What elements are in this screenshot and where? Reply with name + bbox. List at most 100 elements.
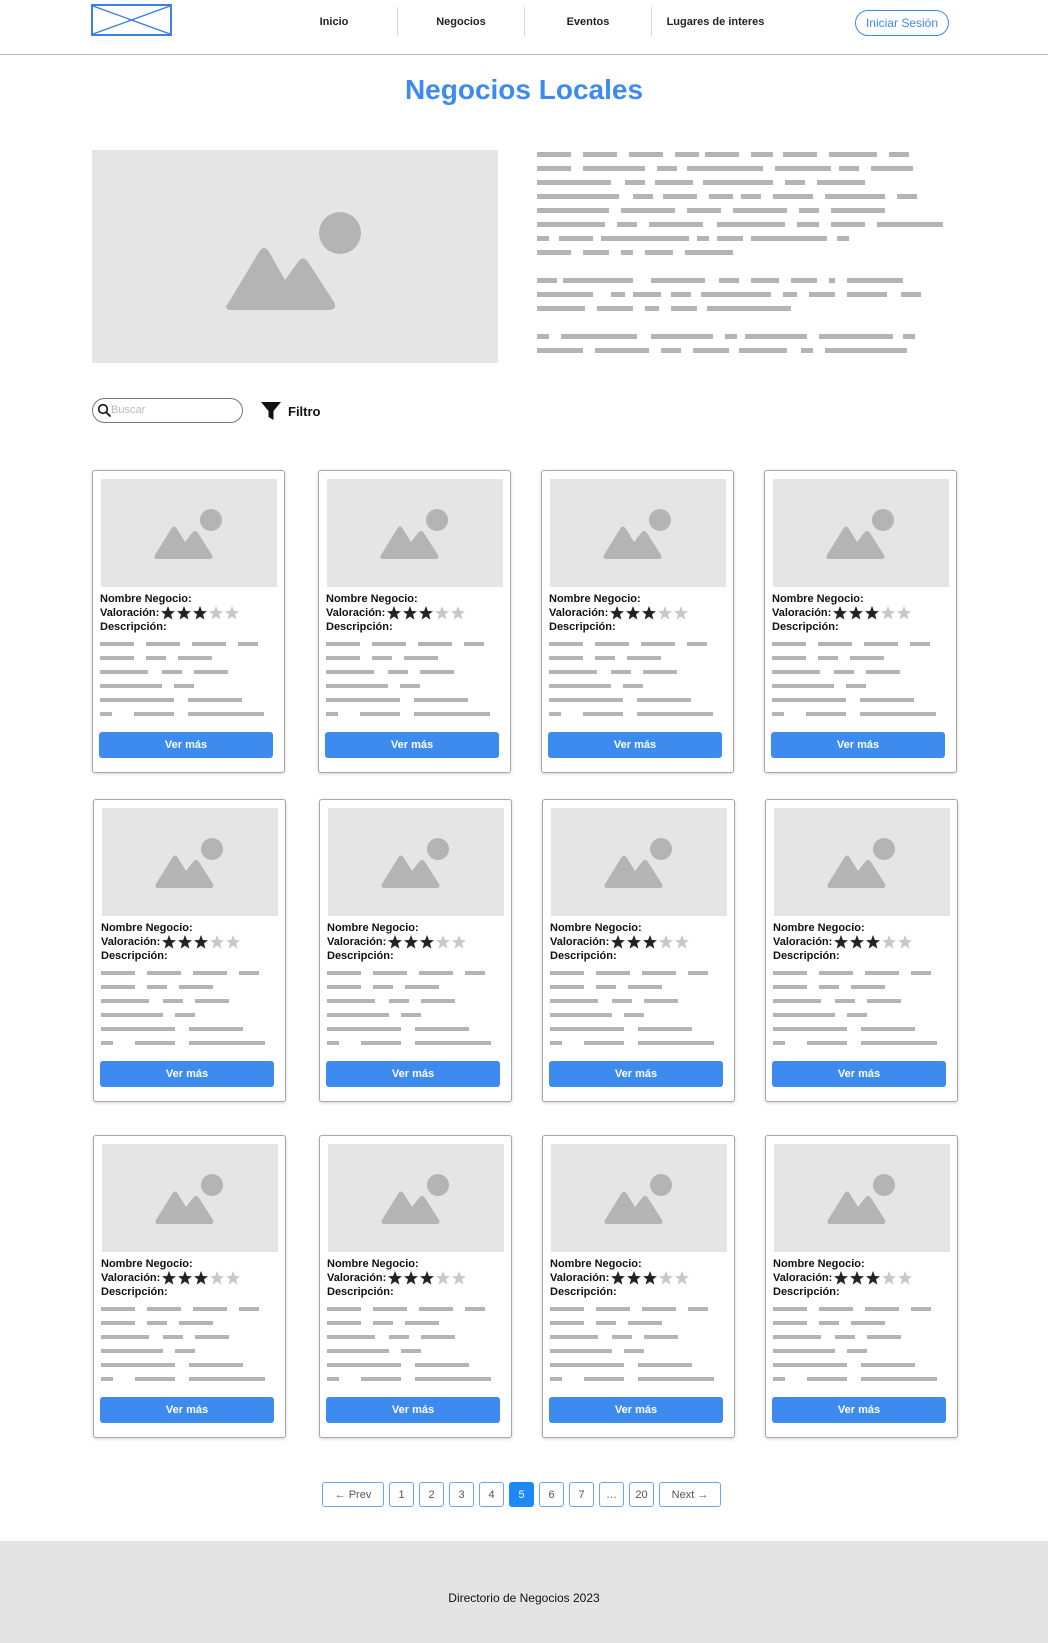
placeholder-text-line	[100, 712, 112, 716]
card-rating: Valoración:	[550, 934, 690, 950]
card-rating: Valoración:	[327, 934, 467, 950]
placeholder-text-line	[163, 999, 183, 1003]
card-image-placeholder	[551, 1144, 727, 1252]
logo-placeholder[interactable]	[91, 4, 172, 36]
placeholder-text-line	[773, 1013, 835, 1017]
card-rating-label: Valoración:	[772, 607, 832, 619]
placeholder-text-line	[642, 1307, 676, 1311]
ver-mas-button[interactable]: Ver más	[326, 1397, 500, 1423]
placeholder-text-line	[703, 180, 773, 185]
nav-item-eventos[interactable]: Eventos	[525, 7, 652, 36]
card-description-placeholder	[101, 1307, 277, 1387]
ver-mas-button[interactable]: Ver más	[772, 1397, 946, 1423]
ver-mas-button[interactable]: Ver más	[549, 1397, 723, 1423]
card-description-label: Descripción:	[773, 950, 840, 962]
page-title: Negocios Locales	[404, 74, 644, 105]
pagination-page-1[interactable]: 1	[389, 1482, 414, 1507]
footer-text: Directorio de Negocios 2023	[448, 1591, 600, 1605]
placeholder-text-line	[617, 222, 637, 227]
placeholder-text-line	[563, 278, 633, 283]
placeholder-text-line	[327, 1335, 375, 1339]
star-icon	[388, 1271, 403, 1285]
ver-mas-button[interactable]: Ver más	[771, 732, 945, 758]
placeholder-text-line	[389, 1335, 409, 1339]
ver-mas-button[interactable]: Ver más	[548, 732, 722, 758]
filter-button[interactable]: Filtro	[260, 399, 321, 423]
placeholder-text-line	[372, 656, 392, 660]
placeholder-text-line	[851, 1321, 885, 1325]
placeholder-text-line	[239, 971, 259, 975]
pagination-next-button[interactable]: Next →	[659, 1482, 721, 1507]
ver-mas-button[interactable]: Ver más	[100, 1061, 274, 1087]
pagination-page-6[interactable]: 6	[539, 1482, 564, 1507]
search-input[interactable]	[111, 402, 231, 418]
placeholder-text-line	[799, 208, 819, 213]
card-rating-label: Valoración:	[326, 607, 386, 619]
nav-item-lugares[interactable]: Lugares de interes	[652, 7, 779, 36]
placeholder-text-line	[834, 670, 854, 674]
ver-mas-button[interactable]: Ver más	[326, 1061, 500, 1087]
pagination-page-2[interactable]: 2	[419, 1482, 444, 1507]
placeholder-text-line	[628, 1321, 662, 1325]
placeholder-text-line	[561, 334, 637, 339]
pagination-page-3[interactable]: 3	[449, 1482, 474, 1507]
placeholder-text-line	[404, 656, 438, 660]
ver-mas-button[interactable]: Ver más	[100, 1397, 274, 1423]
placeholder-text-line	[414, 712, 490, 716]
ver-mas-button[interactable]: Ver más	[99, 732, 273, 758]
card-description-label: Descripción:	[327, 1286, 394, 1298]
pagination-prev-button[interactable]: ← Prev	[322, 1482, 384, 1507]
nav-item-inicio[interactable]: Inicio	[271, 7, 398, 36]
card-rating: Valoración:	[773, 1270, 913, 1286]
pagination-ellipsis[interactable]: …	[599, 1482, 624, 1507]
card-name-label: Nombre Negocio:	[101, 922, 193, 934]
nav-item-negocios[interactable]: Negocios	[398, 7, 525, 36]
star-icon	[388, 935, 403, 949]
placeholder-text-line	[719, 278, 739, 283]
card-description-label: Descripción:	[327, 950, 394, 962]
star-icon	[162, 935, 177, 949]
placeholder-text-line	[687, 208, 721, 213]
pagination-page-5[interactable]: 5	[509, 1482, 534, 1507]
card-description-label: Descripción:	[101, 950, 168, 962]
placeholder-text-line	[772, 712, 784, 716]
pagination-page-4[interactable]: 4	[479, 1482, 504, 1507]
placeholder-text-line	[189, 1363, 243, 1367]
placeholder-text-line	[373, 971, 407, 975]
star-rating	[160, 605, 240, 621]
star-icon	[178, 1271, 193, 1285]
placeholder-text-line	[537, 166, 571, 171]
placeholder-text-line	[910, 642, 930, 646]
card-description-placeholder	[550, 971, 726, 1051]
placeholder-text-line	[101, 1027, 175, 1031]
placeholder-text-line	[189, 1041, 265, 1045]
placeholder-text-line	[773, 1363, 847, 1367]
placeholder-text-line	[101, 1321, 135, 1325]
placeholder-text-line	[100, 698, 174, 702]
star-icon	[866, 935, 881, 949]
star-icon	[193, 606, 208, 620]
search-box[interactable]	[92, 398, 243, 423]
image-placeholder-icon	[826, 509, 894, 559]
pagination-page-20[interactable]: 20	[629, 1482, 654, 1507]
placeholder-text-line	[101, 1013, 163, 1017]
placeholder-text-line	[751, 152, 773, 157]
star-icon	[403, 606, 418, 620]
card-description-placeholder	[549, 642, 725, 722]
placeholder-text-line	[871, 166, 913, 171]
placeholder-text-line	[597, 306, 633, 311]
ver-mas-button[interactable]: Ver más	[325, 732, 499, 758]
ver-mas-button[interactable]: Ver más	[772, 1061, 946, 1087]
star-icon	[659, 935, 674, 949]
card-rating: Valoración:	[549, 605, 689, 621]
placeholder-text-line	[621, 208, 675, 213]
ver-mas-button[interactable]: Ver más	[549, 1061, 723, 1087]
placeholder-text-line	[415, 1377, 491, 1381]
placeholder-text-line	[773, 971, 807, 975]
placeholder-text-line	[549, 698, 623, 702]
pagination-page-7[interactable]: 7	[569, 1482, 594, 1507]
login-button[interactable]: Iniciar Sesión	[855, 10, 949, 36]
star-icon	[387, 606, 402, 620]
star-icon	[194, 935, 209, 949]
card-description-label: Descripción:	[773, 1286, 840, 1298]
